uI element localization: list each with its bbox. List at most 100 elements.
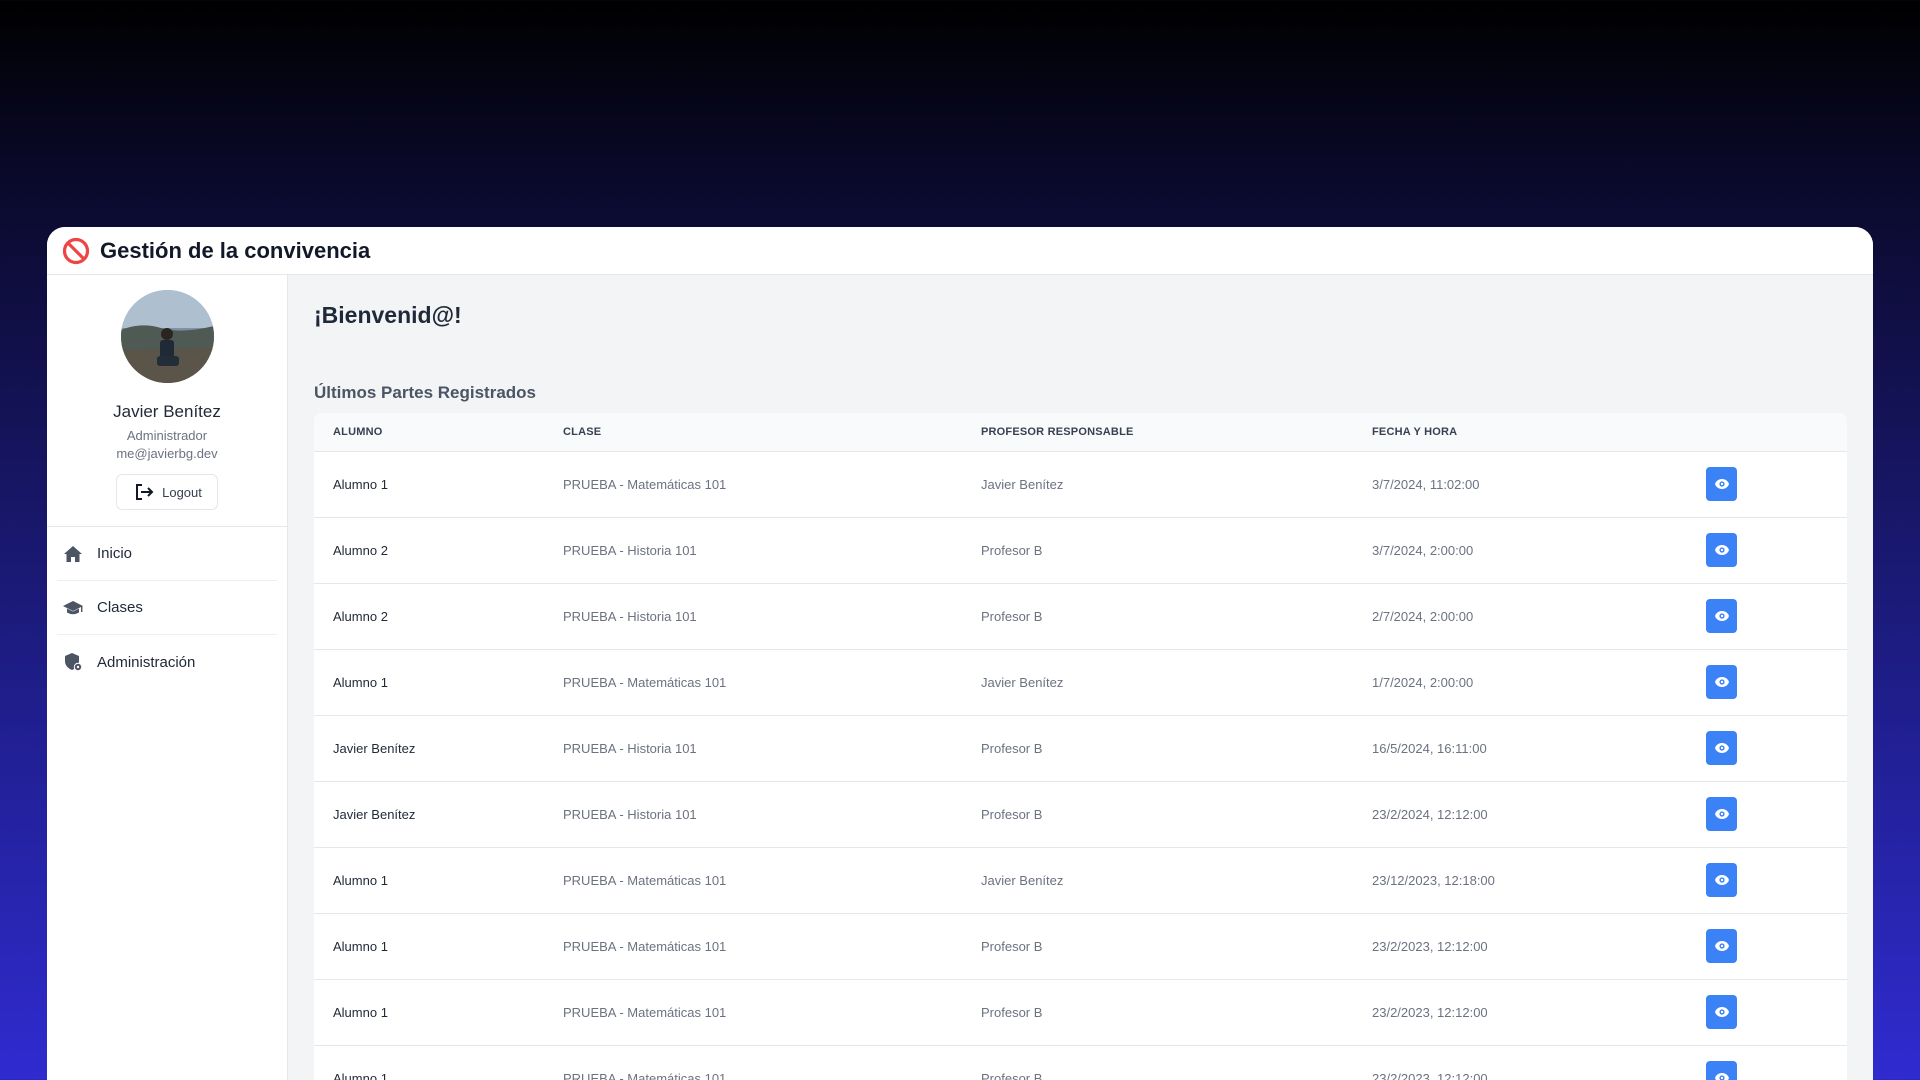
eye-icon [1714,1007,1729,1017]
cell-alumno: Alumno 1 [333,674,388,690]
sidebar-item-label: Inicio [97,545,133,562]
logout-label: Logout [162,484,202,500]
sidebar-item-inicio[interactable]: Inicio [57,527,277,581]
cell-alumno: Alumno 1 [333,476,388,492]
home-icon [64,545,82,562]
reports-table-card: ALUMNO CLASE PROFESOR RESPONSABLE FECHA … [314,413,1847,1080]
cell-clase: PRUEBA - Matemáticas 101 [563,1004,727,1020]
cell-clase: PRUEBA - Matemáticas 101 [563,872,727,888]
logout-button[interactable]: Logout [116,474,218,510]
logout-icon [136,484,154,500]
view-report-button[interactable] [1706,599,1737,633]
user-profile: Javier Benítez Administrador me@javierbg… [47,275,287,527]
cell-fecha: 3/7/2024, 11:02:00 [1372,476,1480,492]
cell-clase: PRUEBA - Matemáticas 101 [563,476,727,492]
cell-profesor: Profesor B [981,740,1043,756]
cell-actions [1706,913,1847,979]
column-header-actions [1706,413,1847,451]
prohibited-icon [62,237,90,264]
eye-icon [1714,875,1729,885]
cell-alumno: Javier Benítez [333,740,416,756]
cell-fecha: 23/2/2023, 12:12:00 [1372,1070,1488,1080]
reports-table: ALUMNO CLASE PROFESOR RESPONSABLE FECHA … [314,413,1847,1080]
eye-icon [1714,479,1729,489]
eye-icon [1714,743,1729,753]
sidebar-item-administracion[interactable]: Administración [57,635,277,689]
table-body: Alumno 1 PRUEBA - Matemáticas 101 Javier B… [314,451,1847,1080]
title-bar: Gestión de la convivencia [47,227,1873,275]
cell-clase: PRUEBA - Historia 101 [563,542,697,558]
column-header-fecha: FECHA Y HORA [1372,425,1458,438]
cell-profesor: Profesor B [981,1070,1043,1080]
table-row: Alumno 1 PRUEBA - Matemáticas 101 Javier B… [314,451,1847,517]
view-report-button[interactable] [1706,797,1737,831]
main-content: ¡Bienvenid@! Últimos Partes Registrados … [288,275,1873,1080]
cell-clase: PRUEBA - Historia 101 [563,806,697,822]
eye-icon [1714,809,1729,819]
eye-icon [1714,545,1729,555]
table-row: Javier Benítez PRUEBA - Historia 101 Profe… [314,781,1847,847]
sidebar-item-label: Administración [97,653,196,671]
cell-alumno: Alumno 2 [333,542,388,558]
cell-actions [1706,517,1847,583]
cell-fecha: 16/5/2024, 16:11:00 [1372,740,1487,756]
table-header-row: ALUMNO CLASE PROFESOR RESPONSABLE FECHA … [314,413,1847,451]
eye-icon [1714,941,1729,951]
table-row: Alumno 2 PRUEBA - Historia 101 Profesor B 2… [314,583,1847,649]
cell-fecha: 23/2/2024, 12:12:00 [1372,806,1488,822]
cell-clase: PRUEBA - Matemáticas 101 [563,1070,727,1080]
cell-actions [1706,1045,1847,1080]
cell-clase: PRUEBA - Matemáticas 101 [563,938,727,954]
table-row: Alumno 1 PRUEBA - Matemáticas 101 Profesor… [314,1045,1847,1080]
view-report-button[interactable] [1706,467,1737,501]
cell-clase: PRUEBA - Historia 101 [563,608,697,624]
cell-fecha: 23/12/2023, 12:18:00 [1372,872,1495,888]
cell-profesor: Profesor B [981,938,1043,954]
view-report-button[interactable] [1706,995,1737,1029]
section-title: Últimos Partes Registrados [314,383,537,402]
cell-actions [1706,649,1847,715]
cell-alumno: Alumno 2 [333,608,388,624]
table-row: Alumno 1 PRUEBA - Matemáticas 101 Profesor… [314,979,1847,1045]
view-report-button[interactable] [1706,1061,1737,1080]
view-report-button[interactable] [1706,533,1737,567]
table-row: Alumno 1 PRUEBA - Matemáticas 101 Javier B… [314,847,1847,913]
cell-profesor: Javier Benítez [981,872,1064,888]
cell-fecha: 3/7/2024, 2:00:00 [1372,542,1474,558]
column-header-clase: CLASE [563,425,602,438]
column-header-alumno: ALUMNO [333,425,383,438]
cell-profesor: Profesor B [981,806,1043,822]
cell-fecha: 2/7/2024, 2:00:00 [1372,608,1474,624]
view-report-button[interactable] [1706,665,1737,699]
sidebar: Javier Benítez Administrador me@javierbg… [47,275,288,1080]
cell-actions [1706,583,1847,649]
table-row: Alumno 1 PRUEBA - Matemáticas 101 Profesor… [314,913,1847,979]
cell-fecha: 1/7/2024, 2:00:00 [1372,674,1474,690]
eye-icon [1714,1073,1729,1080]
app-window: Gestión de la convivencia Javier Benítez… [47,227,1873,1080]
view-report-button[interactable] [1706,863,1737,897]
table-row: Alumno 1 PRUEBA - Matemáticas 101 Javier B… [314,649,1847,715]
cell-actions [1706,847,1847,913]
cell-profesor: Javier Benítez [981,674,1064,690]
page-title: ¡Bienvenid@! [314,302,462,328]
cell-profesor: Profesor B [981,608,1043,624]
view-report-button[interactable] [1706,929,1737,963]
avatar [120,290,214,383]
cell-actions [1706,715,1847,781]
eye-icon [1714,677,1729,687]
column-header-profesor: PROFESOR RESPONSABLE [981,425,1134,438]
cell-alumno: Alumno 1 [333,1004,388,1020]
cell-actions [1706,979,1847,1045]
cell-clase: PRUEBA - Historia 101 [563,740,697,756]
cell-alumno: Alumno 1 [333,1070,388,1080]
user-role: Administrador [126,428,208,443]
sidebar-item-clases[interactable]: Clases [57,581,277,635]
cell-alumno: Javier Benítez [333,806,416,822]
view-report-button[interactable] [1706,731,1737,765]
cell-clase: PRUEBA - Matemáticas 101 [563,674,727,690]
cell-profesor: Profesor B [981,1004,1043,1020]
eye-icon [1714,611,1729,621]
cell-actions [1706,781,1847,847]
user-email: me@javierbg.dev [116,446,218,461]
